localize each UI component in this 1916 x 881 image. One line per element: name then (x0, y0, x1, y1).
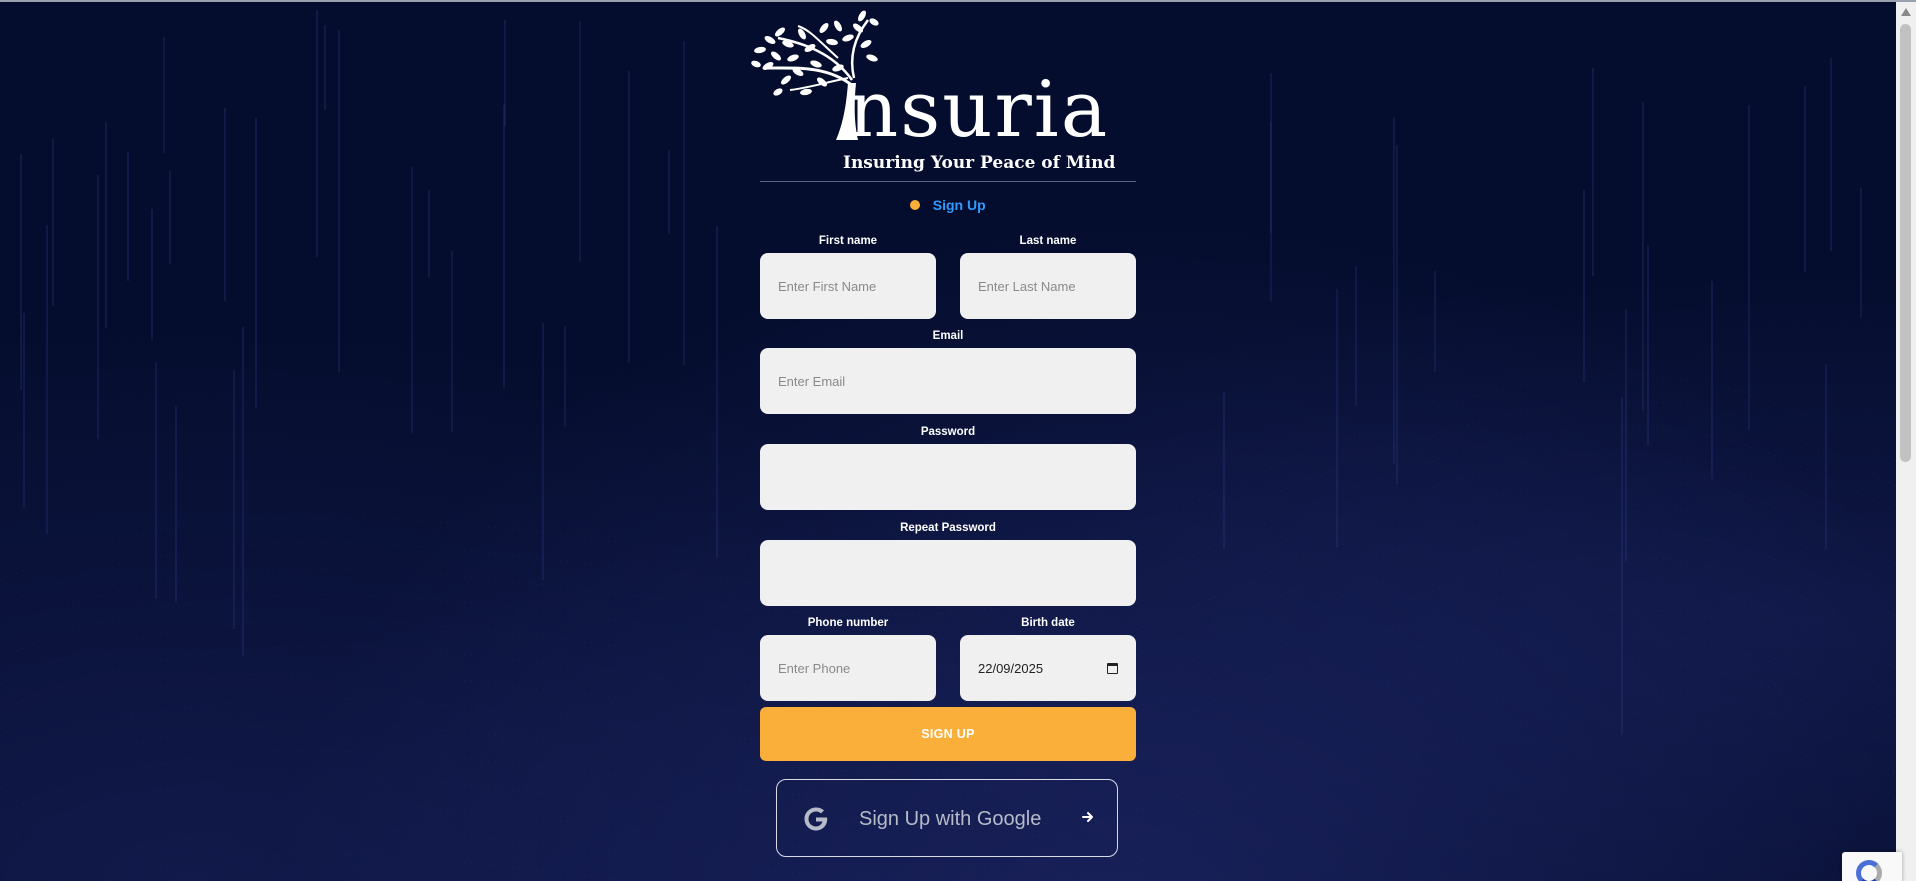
brand-name: nsuria (848, 65, 1110, 155)
birth-date-input[interactable]: 22/09/2025 (960, 635, 1136, 701)
email-input[interactable] (760, 348, 1136, 414)
insuria-logo: nsuria Insuring Your Peace of Mind (698, 8, 1118, 173)
birth-date-value: 22/09/2025 (978, 660, 1044, 676)
scrollbar-thumb[interactable] (1900, 24, 1911, 462)
last-name-label: Last name (1019, 235, 1077, 247)
last-name-input[interactable] (960, 253, 1136, 319)
tab-sign-up[interactable]: Sign Up (760, 196, 1136, 214)
background-wave (0, 504, 1896, 711)
calendar-icon[interactable] (1107, 662, 1118, 674)
birth-date-label: Birth date (1021, 617, 1075, 629)
active-dot-icon (910, 199, 921, 210)
sign-up-button[interactable]: SIGN UP (760, 707, 1136, 761)
password-input[interactable] (760, 444, 1136, 510)
password-label: Password (920, 426, 976, 438)
recaptcha-badge[interactable] (1842, 852, 1902, 881)
google-button-label: Sign Up with Google (859, 808, 1042, 830)
first-name-input[interactable] (760, 253, 936, 319)
brand-tagline: Insuring Your Peace of Mind (843, 153, 1116, 173)
phone-input[interactable] (760, 635, 936, 701)
sign-up-with-google-button[interactable]: Sign Up with Google (776, 779, 1118, 857)
page-scrollbar[interactable] (1896, 2, 1916, 881)
repeat-password-label: Repeat Password (900, 522, 996, 534)
phone-label: Phone number (807, 617, 889, 629)
google-icon (804, 807, 828, 831)
tab-sign-up-label: Sign Up (932, 196, 986, 213)
arrow-right-icon (1082, 812, 1093, 822)
recaptcha-icon (1856, 860, 1882, 881)
scroll-up-arrow-icon[interactable] (1901, 8, 1911, 16)
header-divider (760, 181, 1136, 182)
email-label: Email (932, 330, 964, 342)
repeat-password-input[interactable] (760, 540, 1136, 606)
first-name-label: First name (818, 235, 878, 247)
